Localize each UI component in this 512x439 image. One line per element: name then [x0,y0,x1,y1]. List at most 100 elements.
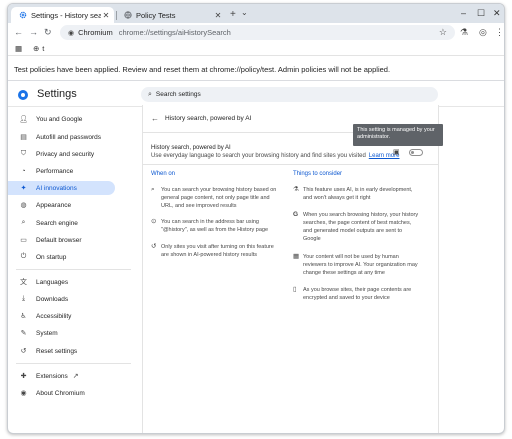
sidebar-item-label: Search engine [36,219,78,227]
divider [143,164,438,165]
back-icon[interactable]: ← [14,27,23,37]
settings-header: Settings ⌕ Search settings [8,81,504,107]
flask-icon[interactable]: ⚗ [460,27,468,38]
person-icon: 👤︎ [19,116,28,123]
address-bar[interactable]: ◉ Chromium chrome://settings/aiHistorySe… [60,25,455,40]
chromium-logo-icon [18,90,28,100]
history-search-toggle[interactable] [409,149,423,156]
close-tab-icon[interactable]: ✕ [213,11,223,20]
download-icon: ⤓ [21,295,26,302]
browser-window: Settings - History search ✕ Policy Tests… [7,3,505,434]
clipboard-icon: ▤ [20,134,27,141]
tab-search-chevron-icon[interactable]: ⌄ [241,8,248,17]
omnibox-search-icon: ⊙ [151,218,157,225]
page-title: Settings [37,88,77,100]
url-text: chrome://settings/aiHistorySearch [118,28,231,37]
sidebar-item-performance[interactable]: ◔ Performance [8,164,115,178]
sidebar-item-label: Languages [36,278,69,286]
minimize-icon[interactable]: – [461,8,466,18]
item-text: encrypted and saved to your device [303,295,390,301]
tab-strip: Settings - History search ✕ Policy Tests… [8,4,504,23]
sidebar-item-reset[interactable]: ↺ Reset settings [8,344,115,358]
item-text: You can search in the address bar using [161,219,259,225]
bookmark-item[interactable]: ⊕ t [33,44,44,53]
sidebar-item-search-engine[interactable]: ⌕ Search engine [8,216,115,230]
sidebar-item-label: About Chromium [36,389,85,397]
maximize-icon[interactable]: ☐ [477,8,485,19]
accessibility-icon: ♿︎ [20,313,27,320]
feature-description-text: Use everyday language to search your bro… [151,153,366,159]
subpage-title: History search, powered by AI [165,115,252,122]
item-text: and won't always get it right [303,195,371,201]
sidebar-item-system[interactable]: ✎ System [8,326,115,340]
tab-policy-tests[interactable]: Policy Tests ✕ [118,7,226,23]
close-window-icon[interactable]: ✕ [493,8,501,19]
sidebar-item-label: Privacy and security [36,150,95,158]
item-text: You can search your browsing history bas… [161,187,277,193]
list-item: ⚗ This feature uses AI, is in early deve… [293,186,412,202]
sidebar-item-label: Extensions [36,372,68,380]
item-text: change these settings at any time [303,270,385,276]
gauge-icon: ◔ [21,167,26,175]
item-text: URL, and see improved results [161,203,237,209]
sidebar-item-ai-innovations[interactable]: ✦ AI innovations [8,181,115,195]
sidebar-item-label: Downloads [36,295,69,303]
browser-icon: ▭ [20,237,27,244]
item-text: "@history", as well as from the History … [161,227,268,233]
wrench-icon: ✎ [20,330,27,337]
sidebar-divider [16,269,131,270]
apps-icon[interactable]: ▦ [15,44,22,53]
item-text: and generated model outputs are sent to [303,228,403,234]
policy-infobar: Test policies have been applied. Review … [8,57,504,81]
sidebar-item-label: You and Google [36,115,83,123]
close-tab-icon[interactable]: ✕ [101,11,111,20]
power-icon: ⏻ [20,253,27,260]
list-item: ⊙ You can search in the address bar usin… [151,218,268,234]
settings-card: ← History search, powered by AI This set… [142,105,443,433]
sidebar-item-label: Appearance [36,201,72,209]
back-arrow-icon[interactable]: ← [151,114,159,123]
shield-icon: ⛉ [20,150,27,157]
item-text: Only sites you visit after turning on th… [161,244,274,250]
sidebar-item-label: Accessibility [36,312,72,320]
feature-description: Use everyday language to search your bro… [151,153,399,159]
new-tab-button[interactable]: + [230,9,236,20]
item-text: This feature uses AI, is in early develo… [303,187,413,193]
globe-icon [124,11,132,19]
sidebar-item-about[interactable]: ◉ About Chromium [8,386,115,400]
settings-search-input[interactable]: ⌕ Search settings [141,87,438,102]
sidebar-item-you-and-google[interactable]: 👤︎ You and Google [8,112,115,126]
document-lock-icon: ▯ [293,286,297,293]
sidebar-item-languages[interactable]: 文 Languages [8,275,115,289]
list-item: ↺ Only sites you visit after turning on … [151,243,274,259]
sidebar-item-accessibility[interactable]: ♿︎ Accessibility [8,309,115,323]
sidebar-item-default-browser[interactable]: ▭ Default browser [8,233,115,247]
site-info-icon[interactable]: ◉ [68,29,74,37]
sidebar-divider [16,363,131,364]
sidebar-item-on-startup[interactable]: ⏻ On startup [8,250,115,264]
tab-label: Settings - History search [31,10,101,20]
sidebar-item-autofill[interactable]: ▤ Autofill and passwords [8,130,115,144]
bookmark-star-icon[interactable]: ☆ [439,27,447,38]
sidebar-item-label: Autofill and passwords [36,133,102,141]
profile-icon[interactable]: ◎ [479,27,487,38]
item-text: general page content, not only page titl… [161,195,270,201]
enterprise-policy-icon[interactable]: ▣ [393,148,400,156]
list-item: ▦ Your content will not be used by human… [293,253,418,277]
menu-icon[interactable]: ⋮ [495,27,504,38]
tab-settings[interactable]: Settings - History search ✕ [11,7,114,23]
bookmarks-bar: ▦ ⊕ t [8,42,504,56]
history-icon: ↺ [151,243,157,250]
settings-sidebar: 👤︎ You and Google ▤ Autofill and passwords… [8,107,141,433]
translate-icon: 文 [20,279,27,286]
forward-icon[interactable]: → [29,27,38,37]
sidebar-item-label: Default browser [36,236,82,244]
sidebar-item-appearance[interactable]: ◍ Appearance [8,198,115,212]
reload-icon[interactable]: ↻ [44,27,52,38]
search-placeholder: Search settings [155,91,201,98]
list-item: ⌕ You can search your browsing history b… [151,186,276,210]
list-item: G When you search browsing history, your… [293,211,418,243]
sidebar-item-extensions[interactable]: ✚ Extensions ↗ [8,369,115,383]
sidebar-item-downloads[interactable]: ⤓ Downloads [8,292,115,306]
sidebar-item-privacy[interactable]: ⛉ Privacy and security [8,147,115,161]
